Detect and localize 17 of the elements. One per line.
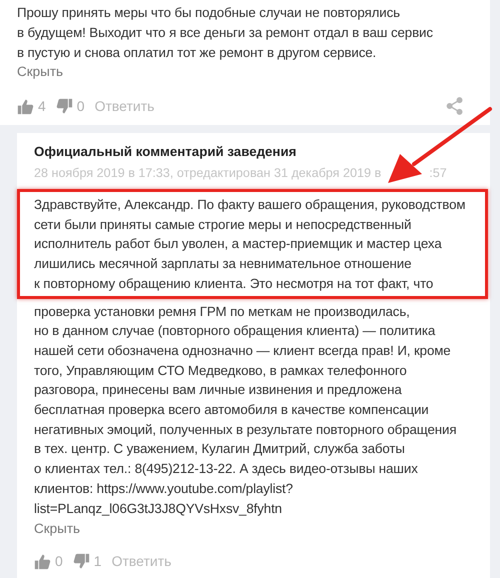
thumbs-up-icon[interactable] bbox=[34, 552, 51, 570]
review-text: Прошу принять меры что бы подобные случаи не повторялись в будущем! Выходит что я все деньги за ремонт отдал в ваш сервис в пустую и снова оплатил тот же ремонт в другом сервисе. bbox=[17, 4, 434, 62]
thumbs-down-icon[interactable] bbox=[56, 98, 73, 114]
share-icon[interactable] bbox=[446, 97, 464, 115]
thumbs-up-icon[interactable] bbox=[17, 98, 34, 114]
like-count: 4 bbox=[38, 98, 46, 114]
reply-date-end: :57 bbox=[429, 165, 447, 182]
hide-link[interactable]: Скрыть bbox=[17, 63, 64, 81]
highlighted-reply-text: Здравствуйте, Александр. По факту вашего обращения, руководством сети были приняты самые строгие меры и непосредственный исполнитель работ был уволен, а мастер-приемщик и мастер цеха лишились месячной зарплаты за невнимательное отношение к повторному обращению клиента. Это несмотря на тот факт, что bbox=[34, 196, 466, 293]
dislike-count: 0 bbox=[76, 98, 85, 114]
like-count: 0 bbox=[55, 553, 63, 570]
thumbs-down-icon[interactable] bbox=[72, 552, 90, 570]
reply-date: 28 ноября 2019 в 17:33, отредактирован 31 декабря 2019 в bbox=[34, 165, 382, 182]
official-reply-title: Официальный комментарий заведения bbox=[33, 143, 298, 161]
dislike-count: 1 bbox=[94, 553, 102, 570]
reply-text: проверка установки ремня ГРМ по меткам не производилась, но в данном случае (повторного обращения клиента) — политика нашей сети обозначена однозначно — клиент всегда прав! И, кроме того, Управляющим СТО Медведково, в рамках телефонного разговора, принесены вам личные извинения и предложена бесплатная проверка всего автомобиля в качестве компенсации негативных эмоций, полученных в результате повторного обращения в тех. центр. С уважением, Кулагин Дмитрий, служба заботы о клиентах тел.: 8(495)212-13-22. А здесь видео-отзывы наших клиентов: https://www.youtube.com/playlist? list=PLanqz_l06G3tJ3J8QYVsHxsv_8fyhtn bbox=[33, 302, 458, 518]
hide-link[interactable]: Скрыть bbox=[34, 520, 80, 538]
